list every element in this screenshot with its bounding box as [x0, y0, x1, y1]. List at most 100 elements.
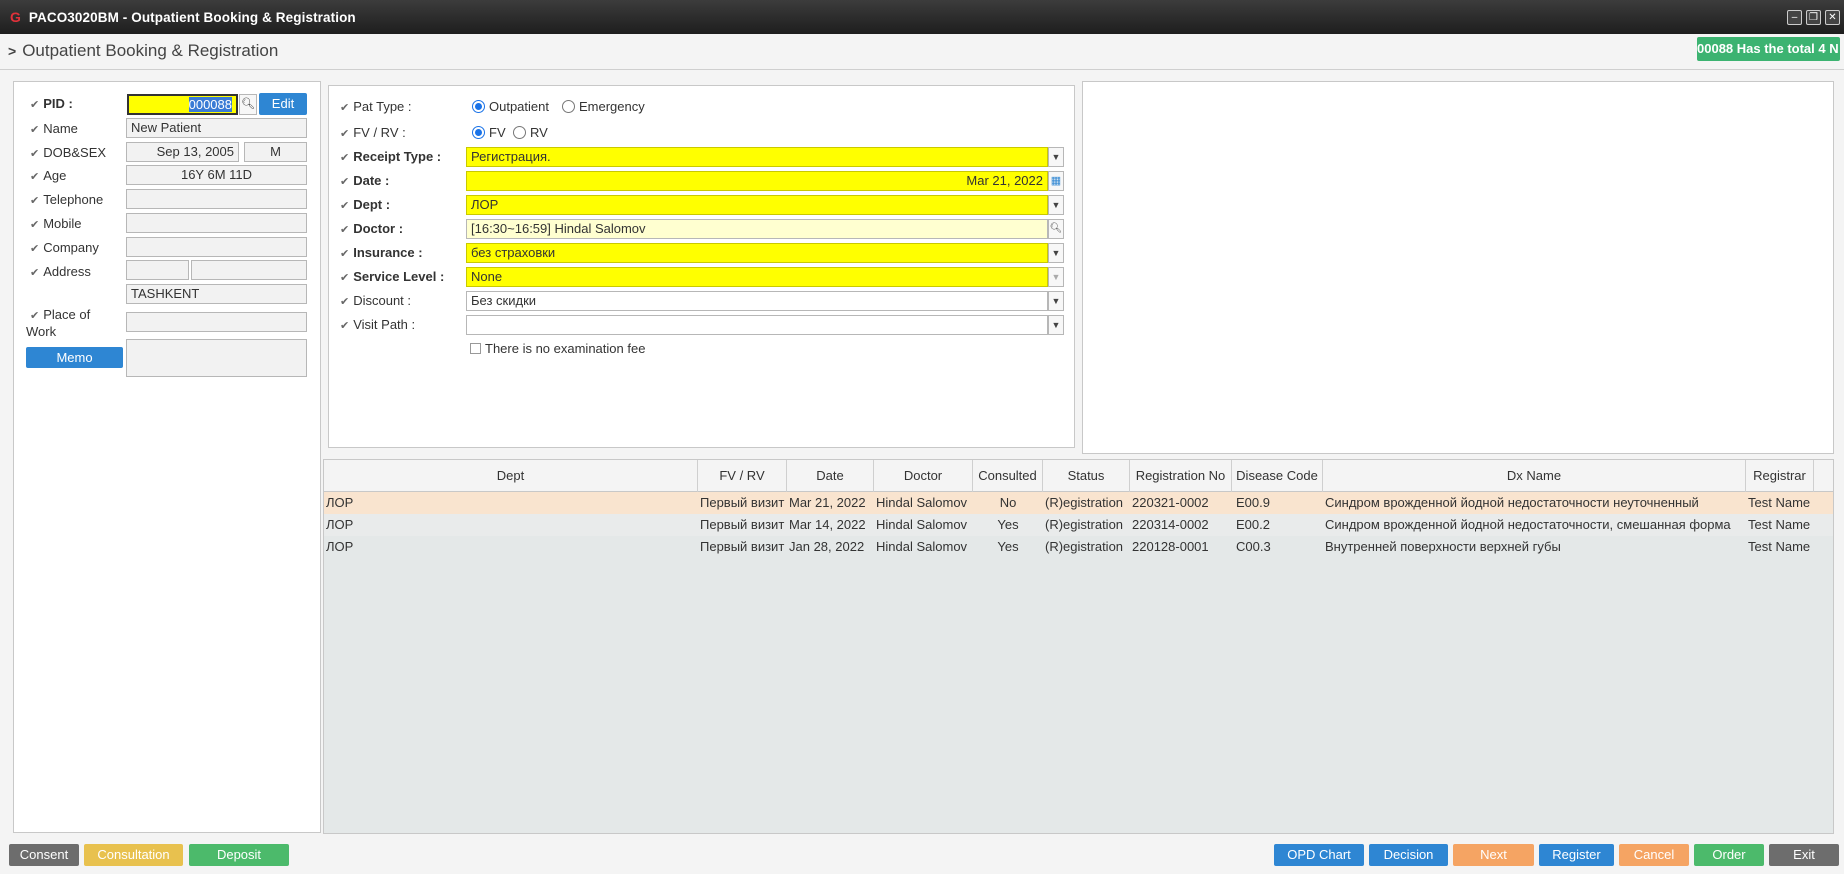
cell-disease-code: E00.2	[1236, 517, 1270, 532]
table-row[interactable]: ЛОР Первый визит Jan 28, 2022 Hindal Sal…	[324, 536, 1833, 558]
pat-type-outpatient-radio[interactable]: Outpatient	[472, 99, 549, 114]
cell-doctor: Hindal Salomov	[876, 539, 968, 554]
check-icon: ✔	[340, 128, 350, 140]
column-header-doctor[interactable]: Doctor	[874, 460, 973, 492]
place-of-work-field[interactable]	[126, 312, 307, 332]
consent-button[interactable]: Consent	[9, 844, 79, 866]
pat-type-emergency-radio[interactable]: Emergency	[562, 99, 645, 114]
date-field[interactable]: Mar 21, 2022	[466, 171, 1048, 191]
insurance-select[interactable]: без страховки	[466, 243, 1048, 263]
address-line1-field[interactable]	[191, 260, 307, 280]
pid-search-icon[interactable]: 🔍︎	[239, 94, 257, 115]
cell-dx-name: Синдром врожденной йодной недостаточност…	[1325, 495, 1699, 510]
receipt-type-select[interactable]: Регистрация.	[466, 147, 1048, 167]
cell-date: Mar 14, 2022	[789, 517, 866, 532]
column-header-consulted[interactable]: Consulted	[973, 460, 1043, 492]
chevron-down-icon[interactable]: ▼	[1048, 267, 1064, 287]
window-title: PACO3020BM - Outpatient Booking & Regist…	[28, 9, 356, 25]
pat-type-label: ✔ Pat Type :	[340, 99, 412, 114]
telephone-field[interactable]	[126, 189, 307, 209]
consultation-button[interactable]: Consultation	[84, 844, 183, 866]
dob-sex-label: ✔ DOB&SEX	[30, 145, 107, 160]
info-panel	[1082, 81, 1834, 454]
window-controls: – ❐ ✕	[1787, 10, 1840, 25]
cell-dx-name: Синдром врожденной йодной недостаточност…	[1325, 517, 1731, 532]
chevron-down-icon[interactable]: ▼	[1048, 147, 1064, 167]
chevron-down-icon[interactable]: ▼	[1048, 291, 1064, 311]
mobile-label: ✔ Mobile	[30, 216, 82, 231]
receipt-type-label: ✔ Receipt Type :	[340, 149, 442, 164]
cell-consulted: Yes	[997, 539, 1019, 554]
cell-fvrv: Первый визит	[700, 539, 785, 554]
column-header-registrar[interactable]: Registrar	[1746, 460, 1814, 492]
cell-fvrv: Первый визит	[700, 517, 785, 532]
service-level-label: ✔ Service Level :	[340, 269, 445, 284]
deposit-button[interactable]: Deposit	[189, 844, 289, 866]
date-label: ✔ Date :	[340, 173, 390, 188]
place-of-work-label: ✔ Place of Work	[26, 307, 91, 339]
chevron-down-icon[interactable]: ▼	[1048, 195, 1064, 215]
next-button[interactable]: Next	[1453, 844, 1534, 866]
visit-path-select[interactable]	[466, 315, 1048, 335]
insurance-label: ✔ Insurance :	[340, 245, 423, 260]
sex-field[interactable]: M	[244, 142, 307, 162]
action-bar: Consent Consultation Deposit OPD Chart D…	[0, 838, 1844, 874]
discount-label: ✔ Discount :	[340, 293, 412, 308]
column-header-date[interactable]: Date	[787, 460, 874, 492]
page-title: > Outpatient Booking & Registration	[8, 41, 278, 61]
address-city-field[interactable]: TASHKENT	[126, 284, 307, 304]
telephone-label: ✔ Telephone	[30, 192, 104, 207]
name-field[interactable]: New Patient	[126, 118, 307, 138]
dob-field[interactable]: Sep 13, 2005	[126, 142, 239, 162]
column-header-status[interactable]: Status	[1043, 460, 1130, 492]
table-row[interactable]: ЛОР Первый визит Mar 14, 2022 Hindal Sal…	[324, 514, 1833, 536]
minimize-icon[interactable]: –	[1787, 10, 1802, 25]
chevron-down-icon[interactable]: ▼	[1048, 243, 1064, 263]
check-icon: ✔	[340, 176, 350, 188]
edit-button[interactable]: Edit	[259, 93, 307, 115]
search-icon[interactable]: 🔍︎	[1048, 219, 1064, 239]
check-icon: ✔	[340, 200, 350, 212]
radio-selected-icon	[472, 126, 485, 139]
checkbox-icon	[470, 343, 481, 354]
column-header-registration-no[interactable]: Registration No	[1130, 460, 1232, 492]
calendar-icon[interactable]: ▦	[1048, 171, 1064, 191]
cell-registrar: Test Name	[1748, 539, 1811, 554]
register-button[interactable]: Register	[1539, 844, 1614, 866]
table-row[interactable]: ЛОР Первый визит Mar 21, 2022 Hindal Sal…	[324, 492, 1833, 514]
page-title-text: Outpatient Booking & Registration	[22, 41, 279, 60]
address-zip-field[interactable]	[126, 260, 189, 280]
column-header-dx-name[interactable]: Dx Name	[1323, 460, 1746, 492]
cell-registrar: Test Name	[1748, 495, 1811, 510]
memo-field[interactable]	[126, 339, 307, 377]
fvrv-fv-radio[interactable]: FV	[472, 125, 506, 140]
doctor-field[interactable]: [16:30~16:59] Hindal Salomov	[466, 219, 1048, 239]
decision-button[interactable]: Decision	[1369, 844, 1448, 866]
column-header-disease-code[interactable]: Disease Code	[1232, 460, 1323, 492]
memo-button[interactable]: Memo	[26, 347, 123, 368]
cancel-button[interactable]: Cancel	[1619, 844, 1689, 866]
dept-select[interactable]: ЛОР	[466, 195, 1048, 215]
column-header-dept[interactable]: Dept	[324, 460, 698, 492]
window-titlebar: G PACO3020BM - Outpatient Booking & Regi…	[0, 0, 1844, 34]
check-icon: ✔	[30, 124, 40, 136]
opd-chart-button[interactable]: OPD Chart	[1274, 844, 1364, 866]
fvrv-rv-radio[interactable]: RV	[513, 125, 548, 140]
check-icon: ✔	[30, 171, 40, 183]
company-field[interactable]	[126, 237, 307, 257]
exit-button[interactable]: Exit	[1769, 844, 1839, 866]
restore-icon[interactable]: ❐	[1806, 10, 1821, 25]
no-exam-fee-checkbox[interactable]: There is no examination fee	[470, 341, 645, 356]
check-icon: ✔	[340, 152, 350, 164]
close-icon[interactable]: ✕	[1825, 10, 1840, 25]
registration-history-table: Dept FV / RV Date Doctor Consulted Statu…	[323, 459, 1834, 834]
cell-status: (R)egistration	[1045, 539, 1124, 554]
discount-select[interactable]: Без скидки	[466, 291, 1048, 311]
chevron-down-icon[interactable]: ▼	[1048, 315, 1064, 335]
order-button[interactable]: Order	[1694, 844, 1764, 866]
mobile-field[interactable]	[126, 213, 307, 233]
pid-input[interactable]: 000088	[127, 94, 238, 115]
column-header-fvrv[interactable]: FV / RV	[698, 460, 787, 492]
service-level-select[interactable]: None	[466, 267, 1048, 287]
check-icon: ✔	[340, 296, 350, 308]
